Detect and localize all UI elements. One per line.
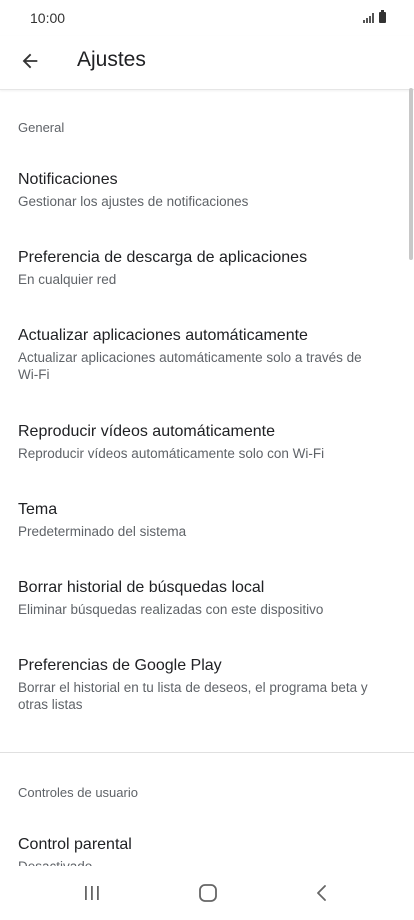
nav-back-icon [317,885,326,901]
setting-borrar-historial[interactable]: Borrar historial de búsquedas local Elim… [0,578,414,618]
setting-title: Reproducir vídeos automáticamente [18,423,276,440]
section-header-general: General [18,120,65,135]
setting-preferencias-google-play[interactable]: Preferencias de Google Play Borrar el hi… [0,656,414,713]
setting-title: Preferencias de Google Play [18,657,222,674]
settings-screen: 10:00 Ajustes General Notificaciones Ges… [0,0,414,920]
setting-subtitle: Borrar el historial en tu lista de deseo… [18,680,368,712]
arrow-back-icon [22,53,38,69]
page-title: Ajustes [77,48,146,71]
setting-title: Notificaciones [18,171,118,188]
setting-reproducir-videos[interactable]: Reproducir vídeos automáticamente Reprod… [0,422,414,462]
setting-title: Preferencia de descarga de aplicaciones [18,249,308,266]
setting-subtitle: Eliminar búsquedas realizadas con este d… [18,602,324,617]
setting-actualizar-aplicaciones[interactable]: Actualizar aplicaciones automáticamente … [0,326,414,383]
setting-subtitle: Gestionar los ajustes de notificaciones [18,194,249,209]
battery-icon [379,10,386,23]
setting-subtitle: Reproducir vídeos automáticamente solo c… [18,446,325,461]
recents-button[interactable] [72,878,112,908]
back-button[interactable] [14,45,46,77]
setting-title: Borrar historial de búsquedas local [18,579,265,596]
navigation-bar [0,866,414,920]
status-bar: 10:00 [0,0,414,36]
status-icons [363,10,386,23]
setting-subtitle: Predeterminado del sistema [18,524,187,539]
setting-notificaciones[interactable]: Notificaciones Gestionar los ajustes de … [0,170,414,210]
setting-preferencia-descarga[interactable]: Preferencia de descarga de aplicaciones … [0,248,414,288]
setting-title: Control parental [18,836,132,853]
recents-icon [85,886,99,900]
home-icon [199,884,217,902]
signal-bars-icon [363,13,374,23]
home-button[interactable] [188,878,228,908]
setting-title: Actualizar aplicaciones automáticamente [18,327,308,344]
setting-tema[interactable]: Tema Predeterminado del sistema [0,500,414,540]
setting-subtitle: En cualquier red [18,272,117,287]
app-bar: Ajustes [0,36,414,90]
setting-title: Tema [18,501,58,518]
section-divider [0,752,414,753]
nav-back-button[interactable] [302,878,342,908]
section-header-controles-usuario: Controles de usuario [18,785,138,800]
setting-subtitle: Actualizar aplicaciones automáticamente … [18,350,362,382]
status-time: 10:00 [30,10,66,26]
settings-list: General Notificaciones Gestionar los aju… [0,91,414,866]
setting-control-parental[interactable]: Control parental Desactivado [0,835,414,866]
setting-subtitle: Desactivado [18,858,396,866]
